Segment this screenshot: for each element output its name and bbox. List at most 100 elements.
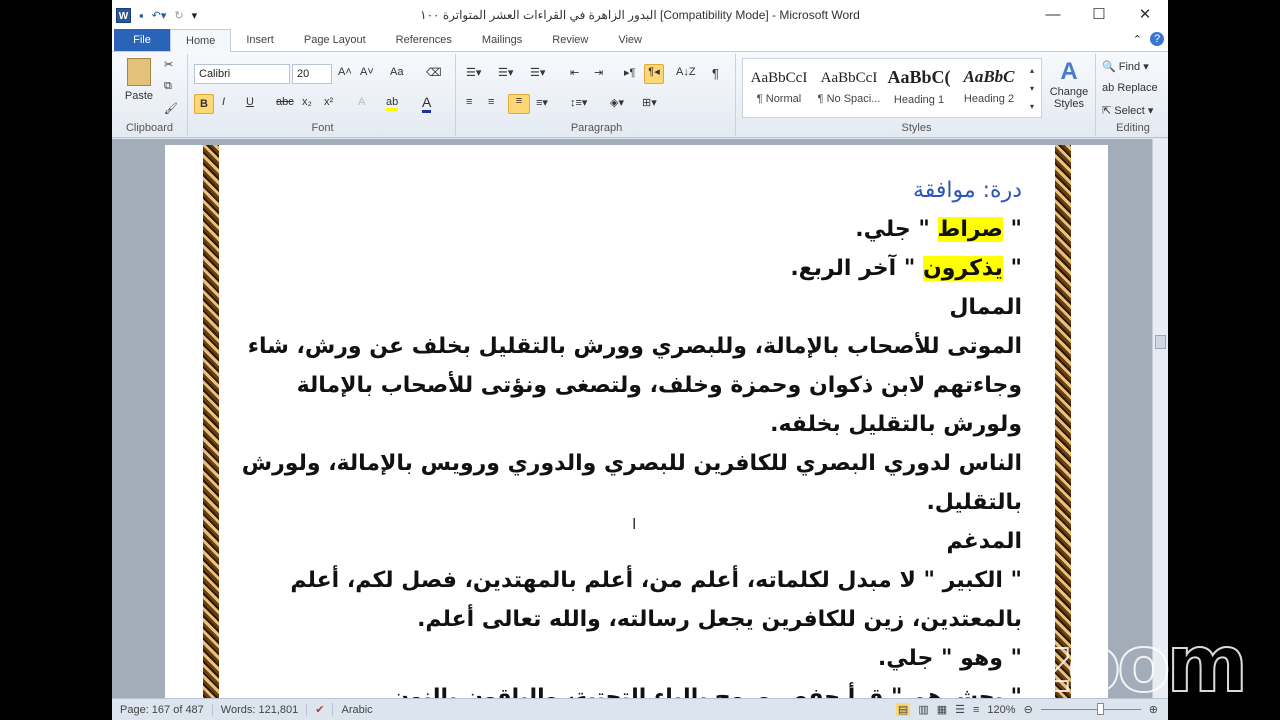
replace-button[interactable]: ab Replace [1102, 82, 1158, 94]
word-count[interactable]: Words: 121,801 [213, 703, 308, 716]
highlight-button[interactable]: ab [386, 96, 399, 111]
clipboard-icon [127, 58, 151, 86]
save-icon[interactable]: ▪ [139, 8, 144, 23]
style-heading-2[interactable]: AaBbC Heading 2 [954, 62, 1024, 116]
outline-icon[interactable]: ☰ [955, 703, 965, 716]
change-case-button[interactable]: Aa [390, 66, 403, 78]
quote: " [1002, 217, 1022, 242]
highlighted-word: صراط [937, 217, 1003, 242]
italic-button[interactable]: I [222, 96, 225, 108]
change-styles-button[interactable]: A Change Styles [1044, 58, 1094, 110]
superscript-button[interactable]: x² [324, 96, 333, 108]
page-count[interactable]: Page: 167 of 487 [112, 703, 213, 716]
customize-toolbar-icon[interactable]: ▾ [192, 9, 198, 22]
maximize-button[interactable]: ☐ [1076, 0, 1122, 30]
style-name: Heading 2 [963, 93, 1015, 105]
justify-icon[interactable]: ≡▾ [536, 96, 548, 109]
zoom-watermark: zoom [1025, 619, 1249, 711]
close-button[interactable]: ✕ [1122, 0, 1168, 30]
text-rest: " جلي. [855, 217, 938, 242]
ltr-icon[interactable]: ▸¶ [624, 66, 635, 79]
font-name-select[interactable]: Calibri [194, 64, 290, 84]
clear-formatting-icon[interactable]: ⌫ [426, 66, 442, 79]
paragraph-group: ☰▾ ☰▾ ☰▾ ⇤ ⇥ ▸¶ ¶◂ A↓Z ¶ ≡ ≡ ≡ ≡▾ ↕≡▾ ◈▾… [458, 54, 736, 136]
grow-font-button[interactable]: A˄ [338, 66, 352, 78]
tab-insert[interactable]: Insert [231, 29, 289, 51]
find-button[interactable]: 🔍 Find ▾ [1102, 60, 1149, 73]
document-area[interactable]: درة: موافقة " صراط " جلي. " يذكرون " آخر… [112, 139, 1152, 710]
redo-icon[interactable]: ↻ [174, 9, 183, 22]
align-center-icon[interactable]: ≡ [488, 96, 494, 108]
select-icon: ⇱ [1102, 105, 1112, 117]
language-indicator[interactable]: Arabic [333, 704, 380, 716]
page-border-left [203, 145, 219, 705]
scroll-thumb[interactable] [1155, 335, 1166, 349]
help-icon[interactable]: ? [1150, 32, 1164, 46]
select-button[interactable]: ⇱ Select ▾ [1102, 104, 1153, 117]
undo-icon[interactable]: ↶▾ [152, 9, 167, 22]
align-left-icon[interactable]: ≡ [466, 96, 472, 108]
shading-icon[interactable]: ◈▾ [610, 96, 624, 109]
tab-view[interactable]: View [603, 29, 657, 51]
strikethrough-button[interactable]: abc [276, 96, 294, 108]
cut-icon[interactable]: ✂ [164, 58, 173, 71]
rtl-button[interactable]: ¶◂ [644, 64, 664, 84]
style-no-spacing[interactable]: AaBbCcI ¶ No Spaci... [814, 62, 884, 116]
tab-page-layout[interactable]: Page Layout [289, 29, 381, 51]
style-preview: AaBbC [963, 67, 1015, 86]
ribbon: Paste ✂ ⧉ 🖌 Clipboard Calibri 20 A˄ A˅ A… [112, 52, 1168, 138]
clipboard-label: Clipboard [125, 122, 174, 134]
format-painter-icon[interactable]: 🖌 [164, 102, 178, 115]
align-right-button[interactable]: ≡ [508, 94, 530, 114]
multilevel-list-icon[interactable]: ☰▾ [530, 66, 545, 79]
numbering-icon[interactable]: ☰▾ [498, 66, 513, 79]
zoom-level[interactable]: 120% [987, 704, 1015, 716]
text-line: الموتى للأصحاب بالإمالة، وللبصري وورش با… [247, 334, 1022, 359]
word-logo-icon: W [116, 7, 131, 23]
paste-button[interactable]: Paste [122, 58, 156, 102]
document-text[interactable]: درة: موافقة " صراط " جلي. " يذكرون " آخر… [242, 171, 1022, 717]
minimize-ribbon-icon[interactable]: ⌃ [1133, 33, 1142, 46]
tab-references[interactable]: References [381, 29, 467, 51]
bold-button[interactable]: B [194, 94, 214, 114]
line-spacing-icon[interactable]: ↕≡▾ [570, 96, 587, 109]
font-group: Calibri 20 A˄ A˅ Aa ⌫ B I U abc x₂ x² A … [190, 54, 456, 136]
decrease-indent-icon[interactable]: ⇤ [570, 66, 579, 79]
style-name: ¶ Normal [756, 93, 802, 105]
text-line: " يذكرون " آخر الربع. [242, 249, 1022, 288]
text-effects-icon[interactable]: A [358, 96, 365, 108]
style-heading-1[interactable]: AaBbC(Heading 1 [884, 62, 954, 116]
vertical-scrollbar[interactable] [1152, 139, 1168, 698]
font-size-select[interactable]: 20 [292, 64, 332, 84]
increase-indent-icon[interactable]: ⇥ [594, 66, 603, 79]
font-color-button[interactable]: A [422, 94, 432, 113]
quick-access-toolbar: W ▪ ↶▾ ↻ ▾ [112, 7, 198, 23]
style-preview: AaBbCcI [750, 70, 808, 86]
font-label: Font [311, 122, 334, 134]
window-title: البدور الزاهرة في القراءات العشر المتوات… [420, 8, 860, 22]
proofing-icon[interactable]: ✔ [307, 703, 334, 716]
change-styles-label: Change Styles [1049, 86, 1089, 110]
subscript-button[interactable]: x₂ [302, 96, 312, 108]
text-line: الممال [949, 295, 1022, 320]
web-layout-icon[interactable]: ▦ [937, 703, 947, 716]
bullets-icon[interactable]: ☰▾ [466, 66, 481, 79]
tab-file[interactable]: File [114, 29, 170, 51]
tab-home[interactable]: Home [170, 29, 232, 52]
underline-button[interactable]: U [246, 96, 254, 108]
sort-button[interactable]: A↓Z [676, 66, 696, 78]
borders-icon[interactable]: ⊞▾ [642, 96, 657, 109]
styles-scroll-icon[interactable]: ▴ ▾ ▾ [1030, 62, 1034, 116]
show-formatting-button[interactable]: ¶ [712, 66, 719, 81]
full-screen-reading-icon[interactable]: ▥ [918, 703, 928, 716]
print-layout-icon[interactable]: ▤ [895, 703, 911, 716]
document-page[interactable]: درة: موافقة " صراط " جلي. " يذكرون " آخر… [165, 145, 1108, 710]
shrink-font-button[interactable]: A˅ [360, 66, 374, 78]
copy-icon[interactable]: ⧉ [164, 80, 172, 93]
minimize-button[interactable]: — [1030, 0, 1076, 30]
tab-mailings[interactable]: Mailings [467, 29, 537, 51]
draft-icon[interactable]: ≡ [973, 704, 979, 716]
tab-review[interactable]: Review [537, 29, 603, 51]
style-normal[interactable]: AaBbCcI ¶ Normal [744, 62, 814, 116]
text-line: " صراط " جلي. [242, 210, 1022, 249]
